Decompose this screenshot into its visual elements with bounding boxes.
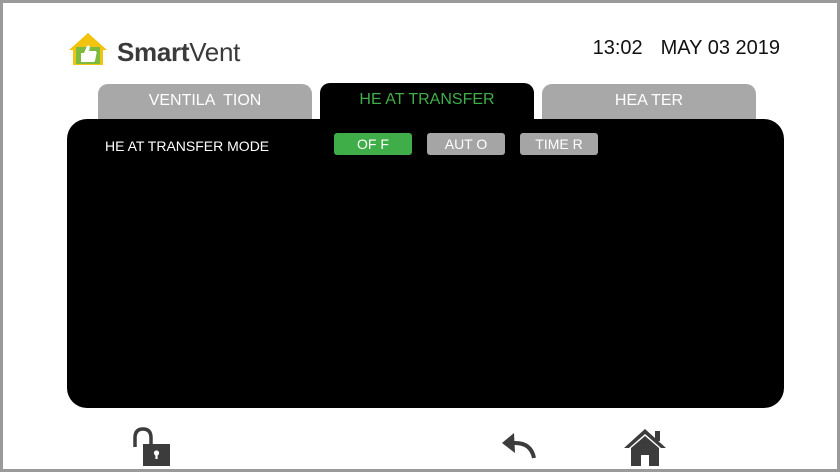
heat-transfer-panel: HE AT TRANSFER MODE OF F AUT O TIME R [67,119,784,408]
mode-off-button[interactable]: OF F [334,133,412,155]
smartvent-logo: SmartVent [69,29,240,68]
back-arrow-icon [502,433,536,459]
brand-name-bold: Smart [117,37,190,67]
tab-heater[interactable]: HEA TER [542,84,756,122]
house-thumbs-up-icon [69,32,107,65]
unlock-button[interactable] [131,427,171,467]
home-icon [624,429,666,466]
smartvent-screen: SmartVent 13:02 MAY 03 2019 VENTILA TION… [0,0,840,472]
home-button[interactable] [623,427,667,467]
mode-timer-button[interactable]: TIME R [520,133,598,155]
date-display: MAY 03 2019 [660,37,780,59]
brand-name-light: Vent [189,37,241,67]
unlock-icon [133,427,170,466]
datetime-display: 13:02 MAY 03 2019 [593,37,780,60]
heat-transfer-mode-label: HE AT TRANSFER MODE [105,138,270,154]
tab-ventilation[interactable]: VENTILA TION [98,84,312,122]
time-display: 13:02 [592,37,643,59]
back-button[interactable] [500,431,536,461]
mode-auto-button[interactable]: AUT O [427,133,505,155]
tab-heat-transfer[interactable]: HE AT TRANSFER [320,83,534,123]
brand-name: SmartVent [117,37,240,68]
